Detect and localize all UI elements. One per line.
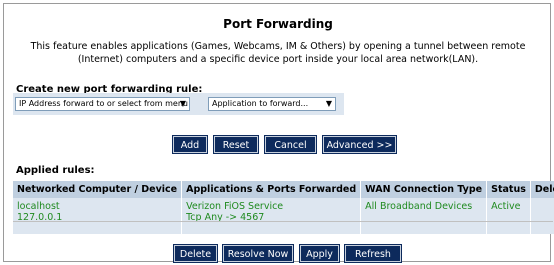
device-name: localhost xyxy=(17,201,60,212)
applied-rules-table: Networked Computer / Device Applications… xyxy=(13,181,554,234)
table-row: localhost 127.0.0.1 Verizon FiOS Service… xyxy=(13,198,554,234)
chevron-down-icon: ▼ xyxy=(179,99,186,108)
reset-button[interactable]: Reset xyxy=(213,135,259,154)
column-header-applications: Applications & Ports Forwarded xyxy=(181,181,362,198)
create-rule-panel: IP Address forward to or select from men… xyxy=(13,93,344,115)
port-forwarding-panel: Port Forwarding This feature enables app… xyxy=(3,3,554,263)
refresh-button[interactable]: Refresh xyxy=(344,244,402,263)
delete-button[interactable]: Delete xyxy=(173,244,218,263)
delete-cell[interactable] xyxy=(530,198,554,234)
column-header-delete: Delete xyxy=(530,181,554,198)
page-description: This feature enables applications (Games… xyxy=(30,41,526,65)
application-select-value: Application to forward... xyxy=(212,99,309,108)
chevron-down-icon: ▼ xyxy=(325,99,332,108)
column-header-wan-type: WAN Connection Type xyxy=(360,181,488,198)
resolve-now-button[interactable]: Resolve Now xyxy=(222,244,294,263)
wan-type-cell: All Broadband Devices xyxy=(360,198,488,234)
application-name: Verizon FiOS Service xyxy=(186,201,284,212)
application-select[interactable]: Application to forward... ▼ xyxy=(208,97,336,111)
device-cell[interactable]: localhost 127.0.0.1 xyxy=(13,198,183,234)
page-title: Port Forwarding xyxy=(223,17,333,31)
application-cell[interactable]: Verizon FiOS Service Tcp Any -> 4567 xyxy=(181,198,362,234)
add-button[interactable]: Add xyxy=(172,135,208,154)
apply-button[interactable]: Apply xyxy=(299,244,340,263)
status-cell: Active xyxy=(486,198,531,234)
applied-rules-label: Applied rules: xyxy=(16,165,95,176)
advanced-button[interactable]: Advanced >> xyxy=(322,135,397,154)
table-header-row: Networked Computer / Device Applications… xyxy=(13,181,554,198)
cancel-button[interactable]: Cancel xyxy=(264,135,317,154)
column-header-device: Networked Computer / Device xyxy=(13,181,183,198)
divider xyxy=(13,221,553,222)
ip-address-select-value: IP Address forward to or select from men… xyxy=(19,99,188,108)
column-header-status: Status xyxy=(486,181,531,198)
ip-address-select[interactable]: IP Address forward to or select from men… xyxy=(15,97,190,111)
